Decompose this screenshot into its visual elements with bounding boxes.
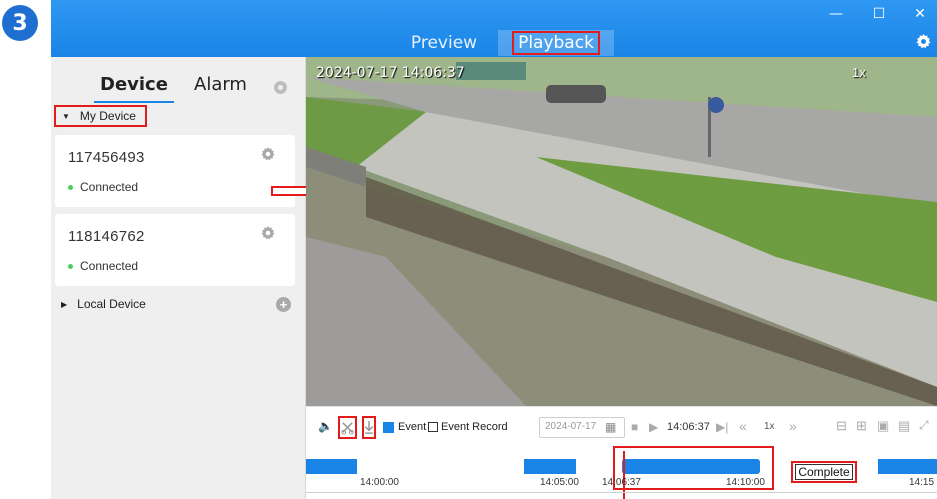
title-bar: Preview Playback — ☐ ✕	[51, 0, 937, 57]
my-device-group[interactable]: ▼ My Device	[54, 105, 147, 127]
fast-icon[interactable]: »	[789, 418, 797, 434]
fullscreen-icon[interactable]: ⤢	[919, 418, 929, 433]
clip-button[interactable]	[338, 416, 357, 439]
event-label: Event	[398, 421, 427, 433]
gear-icon[interactable]	[916, 34, 931, 54]
play-icon[interactable]: ▶	[649, 420, 658, 434]
next-frame-icon[interactable]: ▶|	[716, 420, 728, 434]
calendar-icon[interactable]: ▦	[605, 420, 616, 434]
refresh-icon[interactable]	[274, 81, 287, 94]
tab-alarm[interactable]: Alarm	[194, 74, 247, 95]
delete-icon[interactable]: ▣	[877, 418, 889, 434]
device-sidebar: Device Alarm ▼ My Device 117456493 Conne…	[51, 57, 306, 499]
recording-segment[interactable]	[878, 459, 937, 474]
time-ruler	[306, 492, 937, 493]
tick-label: 14:15	[909, 477, 935, 488]
volume-icon[interactable]: 🔈	[318, 419, 333, 433]
device-card[interactable]: 118146762 Connected	[55, 214, 295, 286]
video-timestamp: 2024-07-17 14:06:37	[316, 65, 465, 81]
tick-label: 14:05:00	[540, 477, 579, 488]
zoom-out-icon[interactable]: ⊟	[836, 418, 847, 434]
download-icon	[364, 420, 374, 434]
tab-playback[interactable]: Playback	[498, 30, 614, 56]
minimize-button[interactable]: —	[825, 6, 847, 22]
online-dot-icon	[68, 263, 73, 269]
maximize-button[interactable]: ☐	[868, 6, 890, 22]
recording-segment[interactable]	[622, 459, 760, 474]
timeline[interactable]: Complete 14:00:00 14:05:00 14:06:37 14:1…	[306, 446, 937, 499]
event-legend-swatch	[383, 422, 394, 433]
device-card[interactable]: 117456493 Connected	[55, 135, 295, 207]
device-status: Connected	[68, 259, 138, 273]
device-id: 117456493	[68, 149, 145, 166]
zoom-in-icon[interactable]: ⊞	[856, 418, 867, 434]
device-status: Connected	[68, 180, 138, 194]
complete-button[interactable]: Complete	[791, 461, 857, 483]
playback-toolbar: 🔈 Event Event Record 2024-07-17 ▦ ■ ▶ 14…	[306, 406, 937, 446]
scissors-icon	[341, 422, 354, 435]
recording-segment[interactable]	[524, 459, 576, 474]
local-device-label: Local Device	[77, 297, 146, 311]
video-speed: 1x	[852, 65, 866, 80]
recording-segment[interactable]	[306, 459, 357, 474]
tick-label: 14:06:37	[602, 477, 641, 488]
my-device-label: My Device	[79, 109, 136, 123]
current-time: 14:06:37	[667, 421, 710, 433]
device-status-label: Connected	[80, 180, 139, 194]
camera-frame-image	[306, 57, 937, 406]
add-device-button[interactable]: +	[276, 297, 291, 312]
online-dot-icon	[68, 184, 73, 190]
stop-icon[interactable]: ■	[631, 420, 638, 434]
tab-device[interactable]: Device	[94, 74, 174, 103]
caret-down-icon: ▼	[62, 111, 70, 121]
close-button[interactable]: ✕	[909, 6, 931, 22]
video-player[interactable]: 2024-07-17 14:06:37 1x	[306, 57, 937, 406]
event-record-label: Event Record	[441, 421, 508, 433]
tick-label: 14:00:00	[360, 477, 399, 488]
device-settings-icon[interactable]	[261, 226, 275, 245]
local-device-group[interactable]: ▶ Local Device	[61, 297, 146, 311]
device-settings-icon[interactable]	[261, 147, 275, 166]
tick-label: 14:10:00	[726, 477, 765, 488]
tab-preview[interactable]: Preview	[399, 30, 489, 56]
device-status-label: Connected	[80, 259, 139, 273]
playback-app: 3 Preview Playback — ☐ ✕ Device Alarm ▼ …	[0, 0, 937, 499]
download-button[interactable]	[362, 416, 376, 439]
tab-playback-label: Playback	[512, 31, 600, 55]
layout-icon[interactable]: ▤	[898, 418, 910, 434]
slow-icon[interactable]: «	[739, 418, 747, 434]
complete-label: Complete	[795, 464, 853, 480]
step-badge: 3	[2, 5, 38, 41]
device-id: 118146762	[68, 228, 145, 245]
event-record-checkbox[interactable]	[428, 422, 438, 432]
caret-right-icon: ▶	[61, 299, 68, 309]
playback-speed: 1x	[764, 421, 775, 432]
